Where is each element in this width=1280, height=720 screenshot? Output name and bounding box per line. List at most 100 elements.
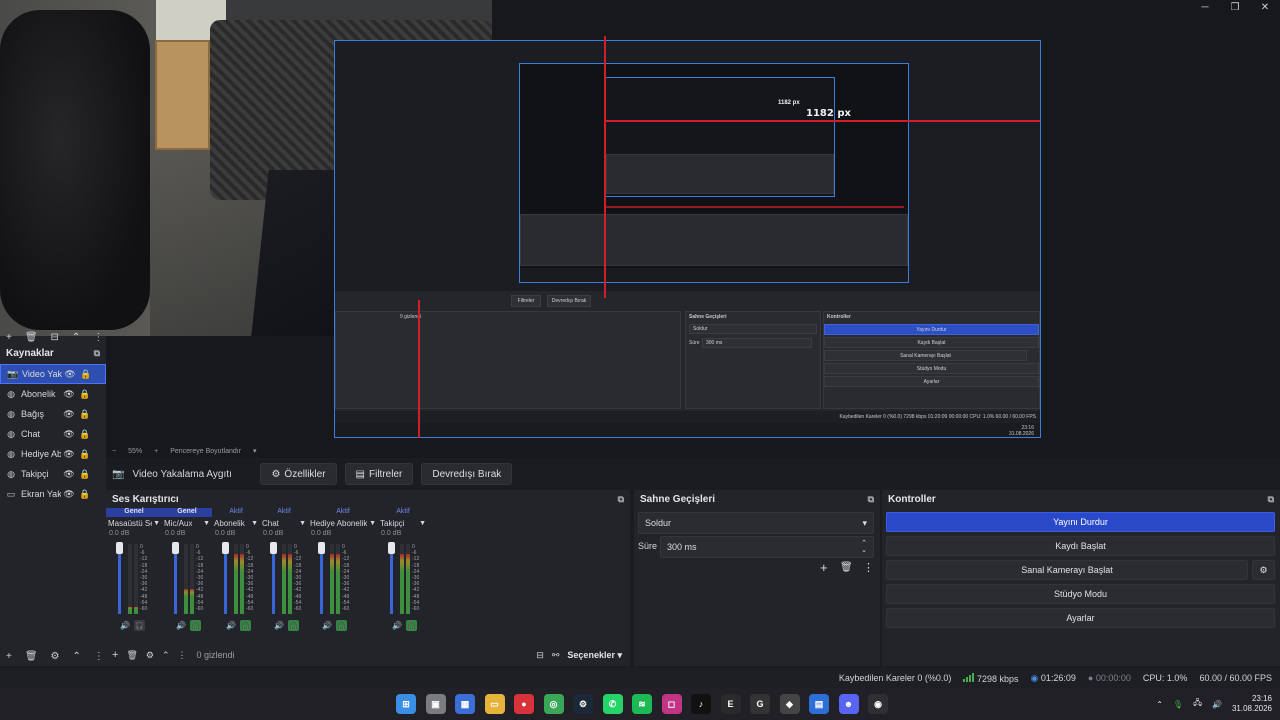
source-item[interactable]: ▭ Ekran Yak 👁 🔒	[0, 484, 106, 504]
headphones-icon[interactable]: 🎧	[287, 620, 299, 631]
deactivate-button[interactable]: Devredışı Bırak	[421, 463, 513, 485]
headphones-icon[interactable]: 🎧	[405, 620, 417, 631]
g-app-icon[interactable]: G	[750, 694, 770, 714]
close-button[interactable]: ✕	[1250, 0, 1280, 14]
remove-transition-icon[interactable]: 🗑	[840, 562, 853, 573]
network-icon[interactable]: 🖧	[1193, 697, 1202, 711]
gear-icon[interactable]: ⚙	[146, 650, 154, 661]
fit-to-window-select[interactable]: Pencereye Boyutlandır	[170, 448, 241, 455]
undock-icon[interactable]: ⧉	[868, 494, 874, 505]
lock-icon[interactable]: 🔒	[77, 489, 93, 500]
studio-mode-button[interactable]: Stüdyo Modu	[886, 584, 1275, 604]
source-more-icon[interactable]: ⋮	[94, 651, 104, 662]
eye-icon[interactable]: 👁	[61, 409, 77, 420]
volume-fader-knob[interactable]	[222, 542, 229, 554]
channel-name[interactable]: Chat ▼	[260, 517, 308, 530]
minimize-button[interactable]: ─	[1190, 0, 1220, 14]
preview-area[interactable]: 9 gizlendi Filtreler Devredışı Bırak Sah…	[0, 0, 1280, 458]
source-item[interactable]: ◍ Chat 👁 🔒	[0, 424, 106, 444]
tiktok-icon[interactable]: ♪	[691, 694, 711, 714]
maximize-button[interactable]: ❐	[1220, 0, 1250, 14]
lock-icon[interactable]: 🔒	[78, 369, 94, 380]
filter-icon[interactable]: ⊟	[51, 332, 59, 343]
source-settings-icon[interactable]: ⚙	[51, 651, 60, 662]
spotify-icon[interactable]: ≋	[632, 694, 652, 714]
lock-icon[interactable]: 🔒	[77, 469, 93, 480]
move-up-icon[interactable]: ⌃	[73, 651, 81, 662]
steam-icon[interactable]: ⚙	[573, 694, 593, 714]
photos-icon[interactable]: ▤	[809, 694, 829, 714]
options-dropdown[interactable]: Seçenekler ▾	[567, 650, 622, 661]
volume-fader-track[interactable]	[224, 546, 227, 614]
epic-games-icon[interactable]: E	[720, 694, 741, 714]
add-icon[interactable]: +	[6, 332, 12, 343]
source-item[interactable]: ◍ Hediye Ab 👁 🔒	[0, 444, 106, 464]
windows-start-icon[interactable]: ⊞	[396, 694, 416, 714]
add-transition-icon[interactable]: +	[820, 560, 828, 575]
speaker-icon[interactable]: 🔊	[274, 621, 284, 630]
headphones-icon[interactable]: 🎧	[335, 620, 347, 631]
speaker-icon[interactable]: 🔊	[120, 621, 130, 630]
source-item[interactable]: ◍ Takipçi 👁 🔒	[0, 464, 106, 484]
add-source-icon[interactable]: +	[6, 651, 12, 662]
speaker-icon[interactable]: 🔊	[322, 621, 332, 630]
lock-icon[interactable]: 🔒	[77, 409, 93, 420]
eye-icon[interactable]: 👁	[61, 429, 77, 440]
undock-icon[interactable]: ⧉	[618, 494, 624, 505]
source-item[interactable]: 📷 Video Yak 👁 🔒	[0, 364, 106, 384]
tray-chevron-up-icon[interactable]: ⌃	[1156, 700, 1163, 709]
vpn-icon[interactable]: ◆	[779, 694, 800, 714]
volume-fader-knob[interactable]	[270, 542, 277, 554]
eye-icon[interactable]: 👁	[62, 369, 78, 380]
store-icon[interactable]: ▦	[455, 694, 475, 714]
volume-fader-knob[interactable]	[388, 542, 395, 554]
tray-mic-icon[interactable]: 🎙	[1173, 700, 1183, 709]
more-icon[interactable]: ⋮	[93, 332, 103, 343]
whatsapp-icon[interactable]: ✆	[602, 694, 623, 714]
channel-name[interactable]: Abonelik ▼	[212, 517, 260, 530]
eye-icon[interactable]: 👁	[61, 449, 77, 460]
transition-more-icon[interactable]: ⋮	[863, 561, 874, 574]
channel-name[interactable]: Hediye Abonelik ▼	[308, 517, 378, 530]
chevron-up-icon[interactable]: ⌃	[162, 650, 170, 661]
add-icon[interactable]: +	[112, 649, 118, 661]
lock-icon[interactable]: 🔒	[77, 389, 93, 400]
start-virtual-camera-button[interactable]: Sanal Kamerayı Başlat	[886, 560, 1248, 580]
spinner-icon[interactable]: ⌃ ⌄	[861, 540, 867, 554]
instagram-icon[interactable]: ◻	[661, 694, 682, 714]
file-explorer-icon[interactable]: ▭	[484, 694, 505, 714]
source-item[interactable]: ◍ Abonelik 👁 🔒	[0, 384, 106, 404]
clock[interactable]: 23:16 31.08.2026	[1232, 694, 1272, 714]
eye-icon[interactable]: 👁	[61, 389, 77, 400]
volume-fader-knob[interactable]	[318, 542, 325, 554]
stop-stream-button[interactable]: Yayını Durdur	[886, 512, 1275, 532]
screen-capture-source[interactable]: 9 gizlendi Filtreler Devredışı Bırak Sah…	[334, 40, 1041, 438]
volume-fader-knob[interactable]	[172, 542, 179, 554]
link-icon[interactable]: ⚯	[552, 650, 560, 661]
start-recording-button[interactable]: Kaydı Başlat	[886, 536, 1275, 556]
settings-button[interactable]: Ayarlar	[886, 608, 1275, 628]
lock-icon[interactable]: 🔒	[77, 429, 93, 440]
zoom-out-button[interactable]: −	[112, 448, 116, 455]
chrome-icon[interactable]: ◎	[543, 694, 564, 714]
headphones-icon[interactable]: 🎧	[189, 620, 201, 631]
task-view-icon[interactable]: ▣	[425, 694, 446, 714]
filters-button[interactable]: ▤ Filtreler	[344, 463, 414, 485]
headphones-icon[interactable]: 🎧	[133, 620, 145, 631]
trash-icon[interactable]: 🗑	[25, 332, 38, 343]
remove-source-icon[interactable]: 🗑	[25, 651, 38, 662]
speaker-icon[interactable]: 🔊	[226, 621, 236, 630]
channel-name[interactable]: Takipçi ▼	[378, 517, 428, 530]
obs-icon[interactable]: ◉	[868, 694, 888, 714]
chevron-down-icon[interactable]: ▾	[253, 447, 257, 455]
discord-icon[interactable]: ☻	[838, 694, 859, 714]
volume-fader-track[interactable]	[390, 546, 393, 614]
more-icon[interactable]: ⋮	[178, 650, 187, 661]
chevron-up-icon[interactable]: ⌃	[72, 332, 80, 343]
channel-name[interactable]: Masaüstü Ses▼	[106, 517, 162, 530]
volume-fader-track[interactable]	[118, 546, 121, 614]
lock-icon[interactable]: 🔒	[77, 449, 93, 460]
undock-icon[interactable]: ⧉	[1268, 494, 1274, 505]
undock-icon[interactable]: ⧉	[94, 348, 100, 359]
speaker-icon[interactable]: 🔊	[176, 621, 186, 630]
